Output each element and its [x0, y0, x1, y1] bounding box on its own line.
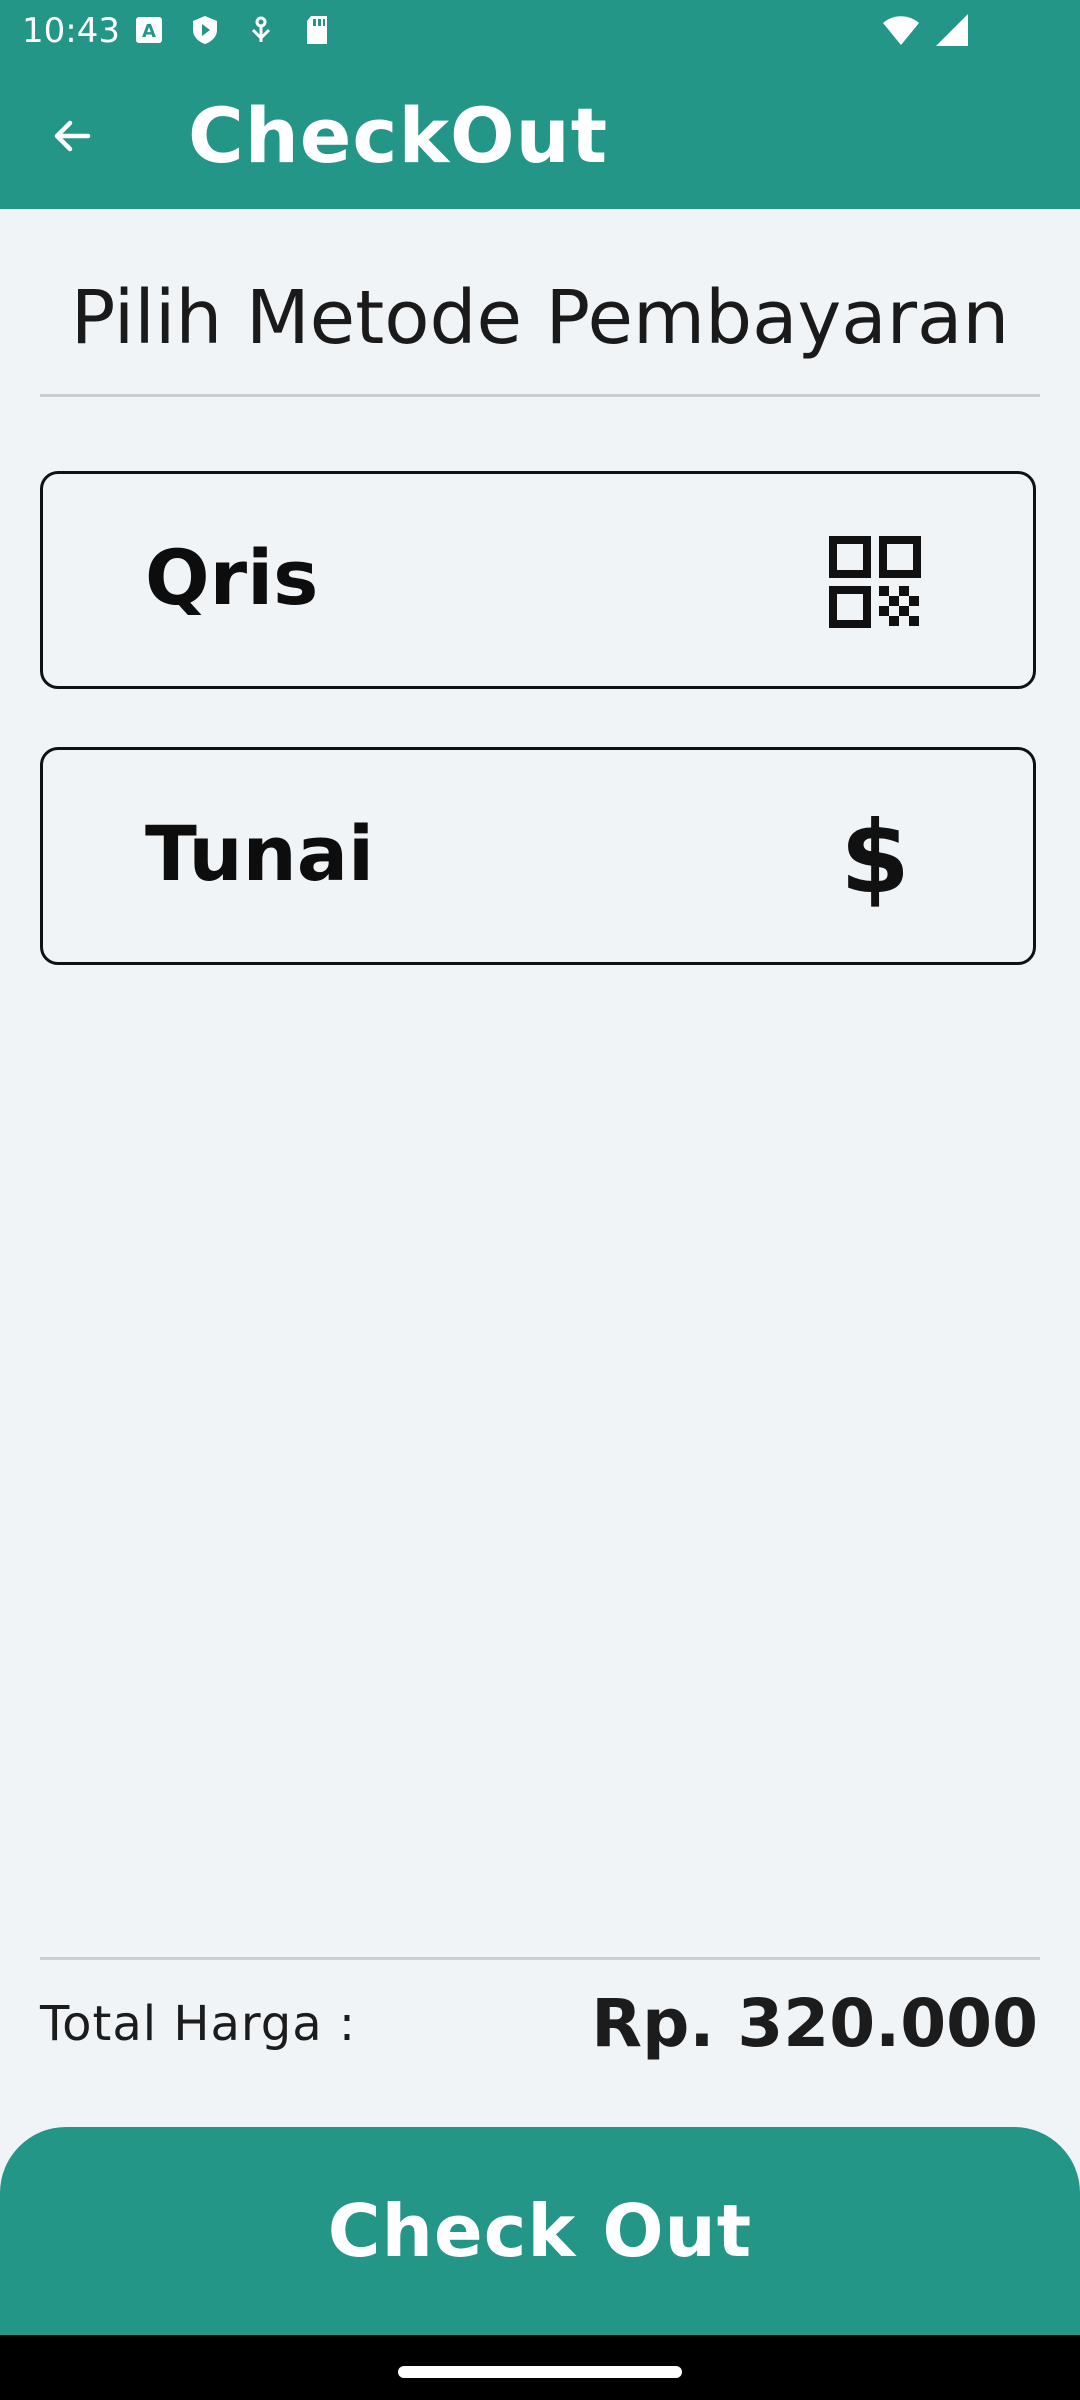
payment-option-tunai[interactable]: Tunai $ — [40, 747, 1036, 965]
section-divider — [40, 394, 1040, 397]
payment-option-qris[interactable]: Qris — [40, 471, 1036, 689]
total-label: Total Harga : — [40, 1996, 357, 2052]
shield-icon — [189, 14, 221, 46]
section-title: Pilih Metode Pembayaran — [70, 275, 1010, 361]
arrow-left-icon — [48, 112, 96, 164]
home-indicator[interactable] — [398, 2366, 682, 2378]
status-icons-left: A — [133, 14, 333, 46]
qr-code-icon — [829, 536, 921, 628]
back-button[interactable] — [32, 98, 112, 178]
dollar-icon: $ — [829, 808, 921, 908]
dollar-glyph: $ — [840, 799, 910, 916]
usb-debug-icon — [245, 14, 277, 46]
status-time: 10:43 — [22, 11, 120, 51]
payment-option-label: Tunai — [145, 809, 375, 898]
status-bar: 10:43 A — [0, 0, 1080, 62]
page-title: CheckOut — [188, 91, 609, 180]
payment-option-label: Qris — [145, 533, 319, 622]
total-divider — [40, 1957, 1040, 1960]
total-value: Rp. 320.000 — [591, 1985, 1038, 2062]
wifi-icon — [882, 13, 920, 51]
checkout-button[interactable]: Check Out — [0, 2127, 1080, 2335]
signal-icon — [934, 12, 970, 52]
font-icon: A — [133, 14, 165, 46]
svg-text:A: A — [142, 21, 156, 42]
checkout-button-label: Check Out — [327, 2189, 753, 2273]
app-bar: CheckOut — [0, 62, 1080, 209]
status-icons-right — [882, 12, 970, 52]
sd-card-icon — [301, 14, 333, 46]
